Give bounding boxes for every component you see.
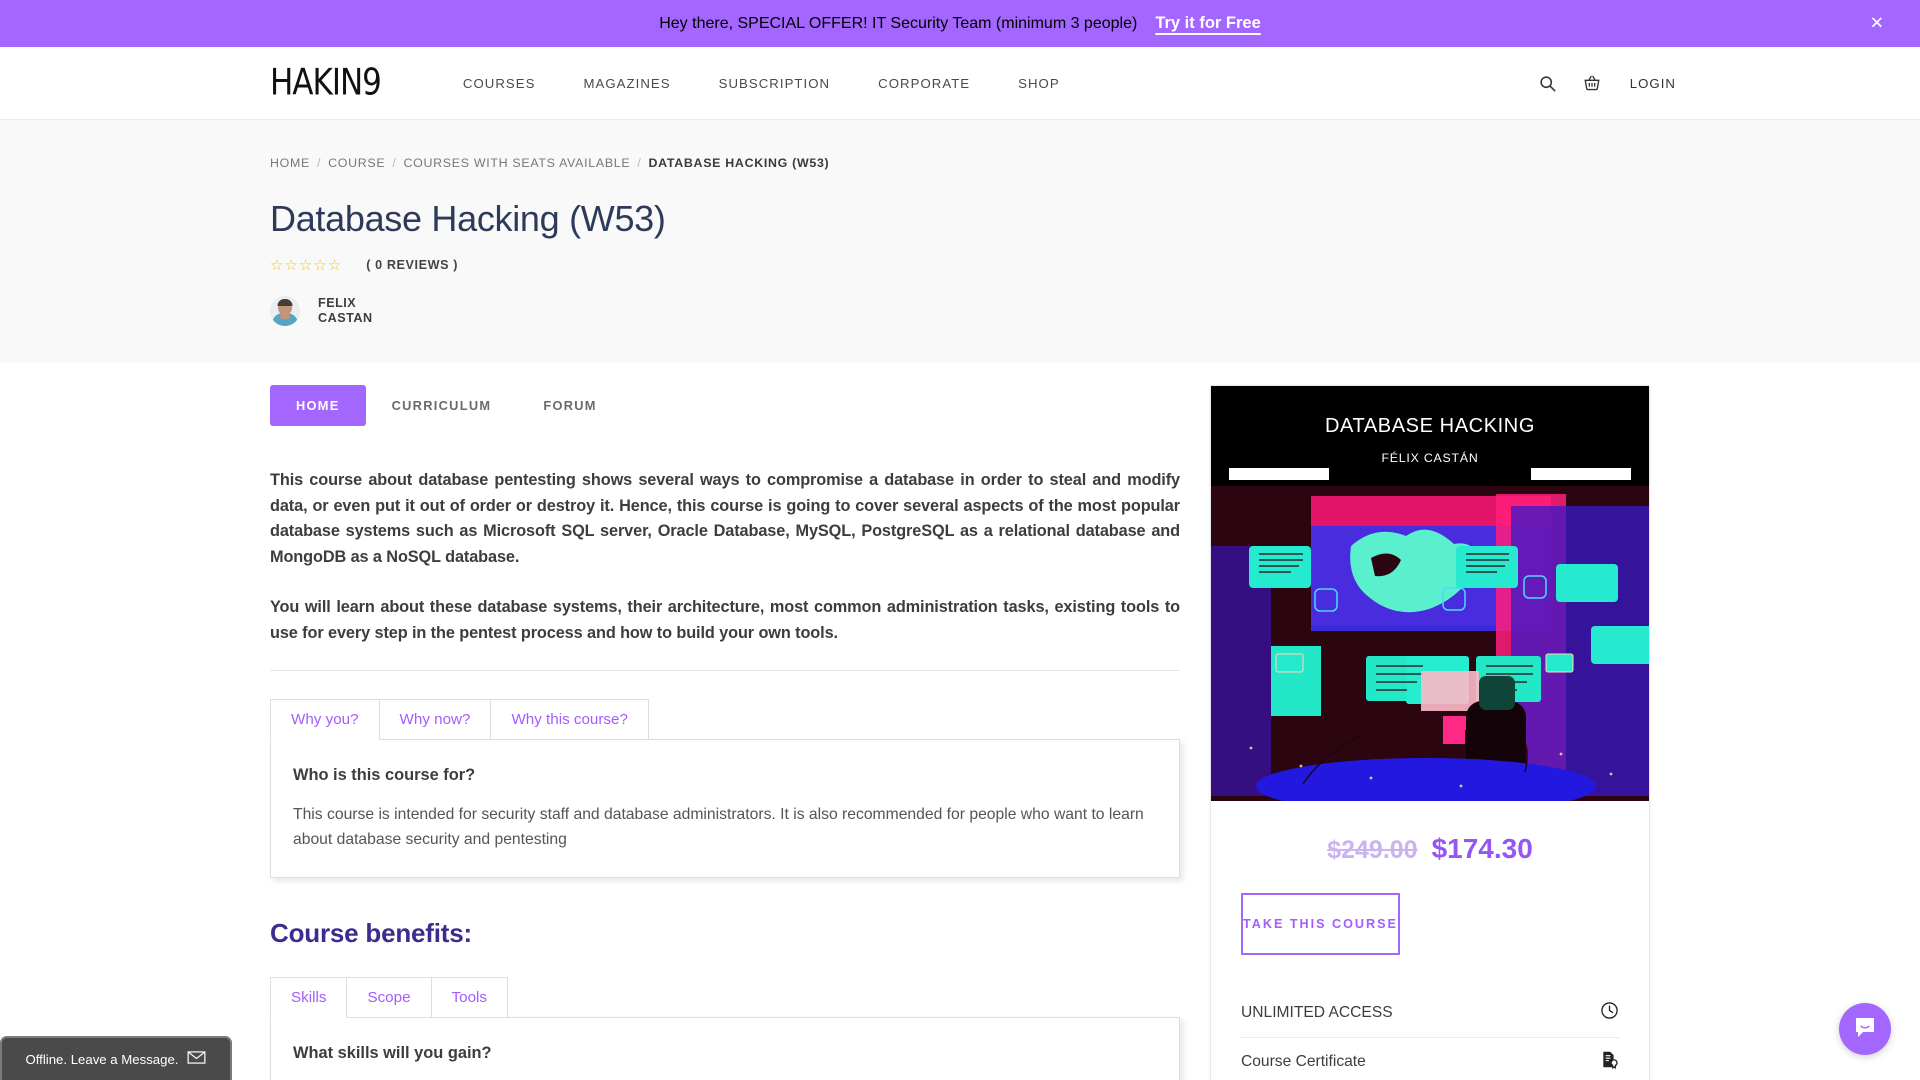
thumbnail-author: FÉLIX CASTÁN	[1381, 451, 1479, 465]
offline-chat-label: Offline. Leave a Message.	[25, 1051, 179, 1067]
divider	[270, 670, 1180, 672]
search-icon[interactable]	[1526, 75, 1570, 92]
tab-forum[interactable]: FORUM	[517, 385, 622, 426]
feature-unlimited-access: UNLIMITED ACCESS	[1241, 989, 1619, 1037]
avatar	[270, 296, 300, 327]
tab-scope[interactable]: Scope	[346, 977, 432, 1018]
main-navigation: COURSES MAGAZINES SUBSCRIPTION CORPORATE…	[439, 76, 1084, 91]
benefits-tabstrip: Skills Scope Tools	[270, 977, 1180, 1018]
section-title-benefits: Course benefits:	[270, 918, 472, 948]
course-description: This course about database pentesting sh…	[270, 468, 1180, 646]
why-panel-text: This course is intended for security sta…	[293, 806, 1144, 849]
breadcrumb-current: DATABASE HACKING (W53)	[648, 156, 830, 170]
thumbnail-artwork	[1211, 486, 1649, 801]
breadcrumb-separator: /	[316, 156, 322, 170]
tab-why-this-course[interactable]: Why this course?	[490, 699, 649, 741]
tab-why-you[interactable]: Why you?	[270, 699, 380, 741]
nav-item-courses[interactable]: COURSES	[439, 76, 560, 91]
take-this-course-button[interactable]: TAKE THIS COURSE	[1241, 893, 1400, 955]
feature-course-certificate: Course Certificate	[1241, 1037, 1619, 1080]
breadcrumb: HOME / COURSE / COURSES WITH SEATS AVAIL…	[270, 144, 1650, 170]
tab-curriculum[interactable]: CURRICULUM	[366, 385, 518, 426]
nav-item-shop[interactable]: SHOP	[994, 76, 1084, 91]
star-rating-icon: ☆☆☆☆☆	[270, 256, 343, 274]
rating-row: ☆☆☆☆☆ ( 0 REVIEWS )	[270, 256, 1650, 274]
course-main-column: HOME CURRICULUM FORUM This course about …	[270, 385, 1180, 1080]
feature-label: UNLIMITED ACCESS	[1241, 1004, 1393, 1021]
breadcrumb-separator: /	[637, 156, 642, 170]
tab-home[interactable]: HOME	[270, 385, 366, 426]
thumbnail-bar-left	[1229, 468, 1329, 480]
offline-chat-widget[interactable]: Offline. Leave a Message.	[0, 1036, 232, 1080]
breadcrumb-item-home[interactable]: HOME	[270, 156, 310, 170]
nav-item-subscription[interactable]: SUBSCRIPTION	[695, 76, 855, 91]
course-thumbnail: DATABASE HACKING FÉLIX CASTÁN	[1211, 386, 1649, 801]
chat-bubble-icon	[1852, 1014, 1878, 1045]
page-title: Database Hacking (W53)	[270, 198, 666, 239]
benefits-tab-group: Skills Scope Tools What skills will you …	[270, 977, 1180, 1080]
description-paragraph-1: This course about database pentesting sh…	[270, 471, 1180, 567]
tab-tools[interactable]: Tools	[430, 977, 508, 1018]
course-author[interactable]: FELIX CASTAN	[270, 296, 1650, 327]
header-actions: LOGIN	[1526, 74, 1920, 92]
login-link[interactable]: LOGIN	[1630, 76, 1676, 91]
close-icon[interactable]: ✕	[1870, 15, 1884, 32]
course-tabs: HOME CURRICULUM FORUM	[270, 385, 1180, 426]
price-row: $249.00 $174.30	[1211, 801, 1649, 875]
author-first-name: FELIX	[318, 296, 357, 310]
basket-icon[interactable]	[1570, 74, 1614, 92]
nav-item-magazines[interactable]: MAGAZINES	[559, 76, 694, 91]
why-panel-heading: Who is this course for?	[293, 766, 476, 785]
course-purchase-card: DATABASE HACKING FÉLIX CASTÁN $249.00 $1…	[1210, 385, 1650, 1080]
why-tab-panel: Who is this course for? This course is i…	[270, 739, 1180, 878]
promo-banner: Hey there, SPECIAL OFFER! IT Security Te…	[0, 0, 1920, 47]
thumbnail-title: DATABASE HACKING	[1324, 415, 1535, 437]
sale-price: $174.30	[1431, 833, 1533, 864]
course-hero: HOME / COURSE / COURSES WITH SEATS AVAIL…	[0, 120, 1920, 363]
description-paragraph-2: You will learn about these database syst…	[270, 597, 1180, 642]
why-tab-group: Why you? Why now? Why this course? Who i…	[270, 699, 1180, 878]
author-last-name: CASTAN	[318, 311, 373, 326]
tab-why-now[interactable]: Why now?	[378, 699, 492, 741]
why-tabstrip: Why you? Why now? Why this course?	[270, 699, 1180, 741]
breadcrumb-item-seats-available[interactable]: COURSES WITH SEATS AVAILABLE	[404, 156, 631, 170]
tab-skills[interactable]: Skills	[270, 977, 348, 1018]
content-area: HOME CURRICULUM FORUM This course about …	[270, 363, 1650, 1080]
course-features: UNLIMITED ACCESS Course Certificate	[1241, 989, 1619, 1080]
thumbnail-bar-right	[1531, 468, 1631, 480]
certificate-icon	[1600, 1050, 1619, 1074]
breadcrumb-item-course[interactable]: COURSE	[328, 156, 385, 170]
course-sidebar: DATABASE HACKING FÉLIX CASTÁN $249.00 $1…	[1210, 385, 1650, 1080]
original-price: $249.00	[1327, 836, 1418, 864]
clock-icon	[1600, 1001, 1619, 1025]
envelope-icon	[187, 1051, 206, 1067]
reviews-count: ( 0 REVIEWS )	[366, 258, 459, 272]
benefits-panel-heading: What skills will you gain?	[293, 1044, 492, 1062]
nav-item-corporate[interactable]: CORPORATE	[854, 76, 994, 91]
promo-text: Hey there, SPECIAL OFFER! IT Security Te…	[659, 14, 1138, 32]
site-logo[interactable]: HAKIN9	[270, 64, 382, 102]
thumbnail-header: DATABASE HACKING FÉLIX CASTÁN	[1211, 386, 1649, 486]
benefits-tab-panel: What skills will you gain? Basic databas…	[270, 1017, 1180, 1080]
feature-label: Course Certificate	[1241, 1053, 1366, 1070]
intercom-chat-button[interactable]	[1839, 1003, 1891, 1055]
breadcrumb-separator: /	[392, 156, 397, 170]
promo-try-free-link[interactable]: Try it for Free	[1155, 14, 1260, 33]
site-header: HAKIN9 COURSES MAGAZINES SUBSCRIPTION CO…	[0, 47, 1920, 120]
